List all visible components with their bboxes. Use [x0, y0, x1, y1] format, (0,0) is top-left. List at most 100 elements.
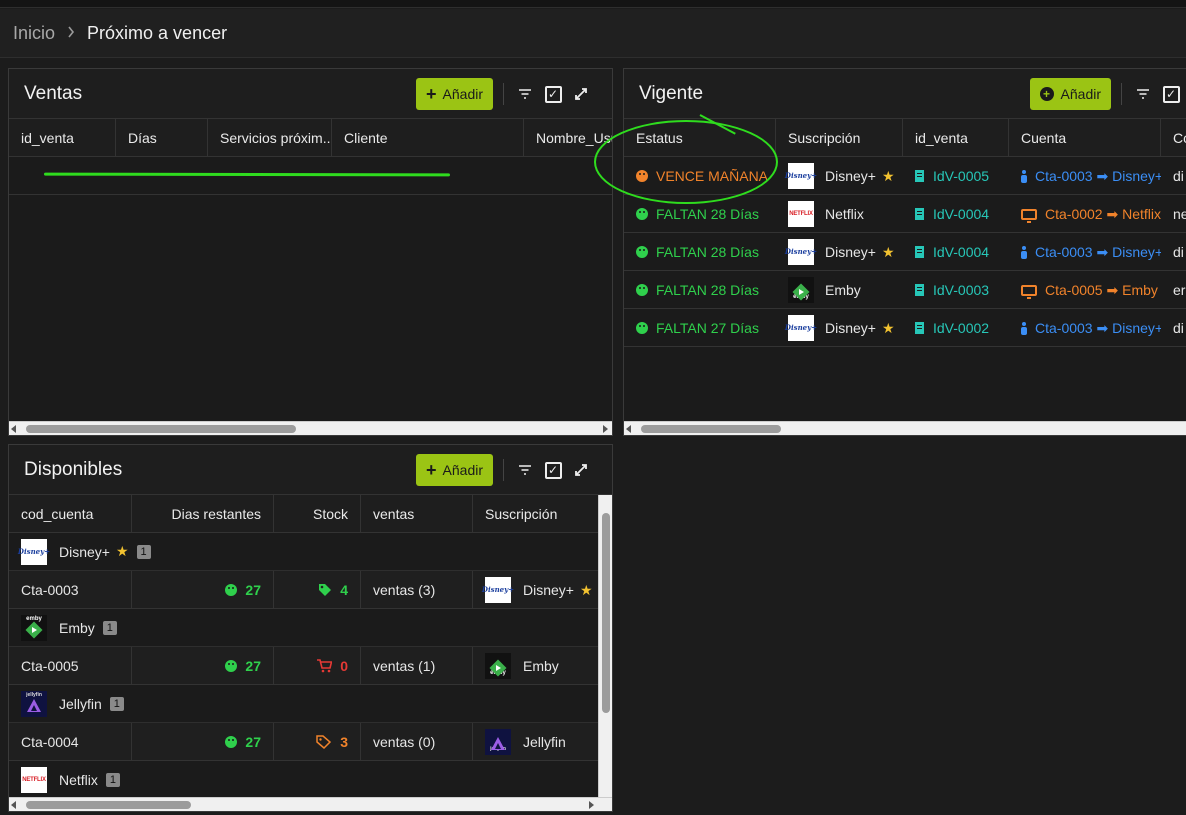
column-header[interactable]: Dias restantes: [132, 495, 274, 533]
id-venta-cell[interactable]: IdV-0004: [903, 233, 1009, 271]
scroll-thumb[interactable]: [26, 425, 296, 433]
cuenta-cell: Cta-0003: [9, 571, 132, 609]
cuenta-cell: Cta-0005: [9, 647, 132, 685]
table-row[interactable]: FALTAN 28 Días emby Emby IdV-0003 Cta-0005 ➡…: [624, 271, 1186, 309]
column-header[interactable]: Días: [116, 119, 208, 157]
expand-icon[interactable]: [572, 461, 590, 479]
horizontal-scrollbar[interactable]: [9, 797, 612, 811]
cuenta-link[interactable]: Cta-0002 ➡ Netflix: [1045, 195, 1161, 233]
dias-cell: 27: [132, 647, 274, 685]
column-header[interactable]: Suscripción: [776, 119, 903, 157]
cuenta-link[interactable]: Cta-0003 ➡ Disney+: [1035, 233, 1161, 271]
table-row[interactable]: FALTAN 28 Días Disney+ Disney+ ★ IdV-0004 Cta…: [624, 233, 1186, 271]
scroll-left-icon[interactable]: [11, 801, 16, 809]
disponibles-add-button[interactable]: + Añadir: [416, 454, 493, 486]
filter-icon[interactable]: [516, 461, 534, 479]
column-header[interactable]: Cuenta: [1009, 119, 1161, 157]
count-badge: 1: [102, 620, 117, 635]
id-venta-link[interactable]: IdV-0004: [933, 195, 989, 233]
dias-value: 27: [245, 582, 261, 598]
ventas-cell[interactable]: ventas (3): [361, 571, 473, 609]
vigente-add-button[interactable]: + Añadir: [1029, 78, 1111, 110]
horizontal-scrollbar[interactable]: [624, 421, 1186, 435]
group-row[interactable]: Disney+ Disney+ ★ 1: [9, 533, 598, 571]
smiley-icon: [636, 322, 648, 334]
select-checkbox-icon[interactable]: ✓: [544, 85, 562, 103]
subscription-name: Disney+: [523, 582, 574, 598]
id-venta-link[interactable]: IdV-0002: [933, 309, 989, 347]
subscription-name: Netflix: [825, 206, 864, 222]
scroll-thumb[interactable]: [26, 801, 191, 809]
ventas-cell[interactable]: ventas (1): [361, 647, 473, 685]
page-title: Próximo a vencer: [87, 22, 228, 43]
scroll-left-icon[interactable]: [626, 425, 631, 433]
breadcrumb-home-link[interactable]: Inicio: [13, 23, 55, 44]
extra-cell: ne: [1173, 206, 1186, 222]
document-icon: [915, 322, 924, 334]
vigente-header: Vigente + Añadir ✓: [624, 69, 1186, 119]
cuenta-cell[interactable]: Cta-0003 ➡ Disney+: [1009, 157, 1161, 195]
select-checkbox-icon[interactable]: ✓: [1162, 85, 1180, 103]
vigente-title: Vigente: [639, 82, 704, 104]
cuenta-cell[interactable]: Cta-0003 ➡ Disney+: [1009, 233, 1161, 271]
group-row[interactable]: emby Emby 1: [9, 609, 598, 647]
status-cell: FALTAN 27 Días: [624, 309, 776, 347]
scroll-left-icon[interactable]: [11, 425, 16, 433]
column-header[interactable]: id_venta: [9, 119, 116, 157]
id-venta-cell[interactable]: IdV-0003: [903, 271, 1009, 309]
id-venta-link[interactable]: IdV-0003: [933, 271, 989, 309]
id-venta-cell[interactable]: IdV-0005: [903, 157, 1009, 195]
annotation-circle: [594, 120, 778, 204]
cuenta-cell[interactable]: Cta-0003 ➡ Disney+: [1009, 309, 1161, 347]
ventas-add-button[interactable]: + Añadir: [416, 78, 493, 110]
column-header[interactable]: ventas: [361, 495, 473, 533]
column-header[interactable]: Cliente: [332, 119, 524, 157]
cuenta-cell[interactable]: Cta-0005 ➡ Emby ⁽: [1009, 271, 1161, 309]
id-venta-cell[interactable]: IdV-0004: [903, 195, 1009, 233]
id-venta-cell[interactable]: IdV-0002: [903, 309, 1009, 347]
vertical-scrollbar[interactable]: [598, 495, 612, 797]
disponibles-table-header: cod_cuenta Dias restantes Stock ventas S…: [9, 495, 598, 533]
cuenta-link[interactable]: Cta-0005 ➡ Emby ⁽: [1045, 271, 1161, 309]
id-venta-link[interactable]: IdV-0005: [933, 157, 989, 195]
subscription-name: Emby: [523, 658, 559, 674]
group-row[interactable]: NETFLIX Netflix 1: [9, 761, 598, 799]
scroll-right-icon[interactable]: [603, 425, 608, 433]
group-row[interactable]: jellyfin Jellyfin 1: [9, 685, 598, 723]
netflix-logo-icon: NETFLIX: [21, 766, 47, 793]
smiley-icon: [636, 208, 648, 220]
ventas-cell[interactable]: ventas (0): [361, 723, 473, 761]
count-badge: 1: [105, 772, 121, 787]
select-checkbox-icon[interactable]: ✓: [544, 461, 562, 479]
column-header[interactable]: Stock: [274, 495, 361, 533]
table-row[interactable]: Cta-0005 27 0 ventas (1) emby Emby: [9, 647, 598, 685]
column-header[interactable]: cod_cuenta: [9, 495, 132, 533]
column-header[interactable]: Co: [1161, 119, 1186, 157]
emby-logo-icon: emby: [788, 277, 814, 303]
vigente-add-label: Añadir: [1060, 86, 1101, 102]
subscription-name: Emby: [825, 282, 861, 298]
cuenta-cell[interactable]: Cta-0002 ➡ Netflix: [1009, 195, 1161, 233]
breadcrumb: Inicio Próximo a vencer: [0, 9, 1186, 58]
disponibles-header: Disponibles + Añadir ✓: [9, 445, 612, 495]
scroll-thumb[interactable]: [602, 513, 610, 713]
jellyfin-logo-icon: jellyfin: [485, 729, 511, 755]
table-row[interactable]: FALTAN 27 Días Disney+ Disney+ ★ IdV-0002 Cta…: [624, 309, 1186, 347]
document-icon: [915, 208, 924, 220]
filter-icon[interactable]: [516, 85, 534, 103]
filter-icon[interactable]: [1134, 85, 1152, 103]
cuenta-link[interactable]: Cta-0003 ➡ Disney+: [1035, 157, 1161, 195]
ventas-add-label: Añadir: [442, 86, 483, 102]
scroll-thumb[interactable]: [641, 425, 781, 433]
status-cell: FALTAN 28 Días: [624, 233, 776, 271]
expand-icon[interactable]: [572, 85, 590, 103]
id-venta-link[interactable]: IdV-0004: [933, 233, 989, 271]
table-row[interactable]: Cta-0004 27 3 ventas (0) jellyfin Jellyfin: [9, 723, 598, 761]
horizontal-scrollbar[interactable]: [9, 421, 612, 435]
column-header[interactable]: id_venta: [903, 119, 1009, 157]
column-header[interactable]: Suscripción: [473, 495, 598, 533]
column-header[interactable]: Servicios próxim...: [208, 119, 332, 157]
table-row[interactable]: Cta-0003 27 4 ventas (3) Disney+ Disney+ ★: [9, 571, 598, 609]
scroll-right-icon[interactable]: [589, 801, 594, 809]
cuenta-link[interactable]: Cta-0003 ➡ Disney+: [1035, 309, 1161, 347]
